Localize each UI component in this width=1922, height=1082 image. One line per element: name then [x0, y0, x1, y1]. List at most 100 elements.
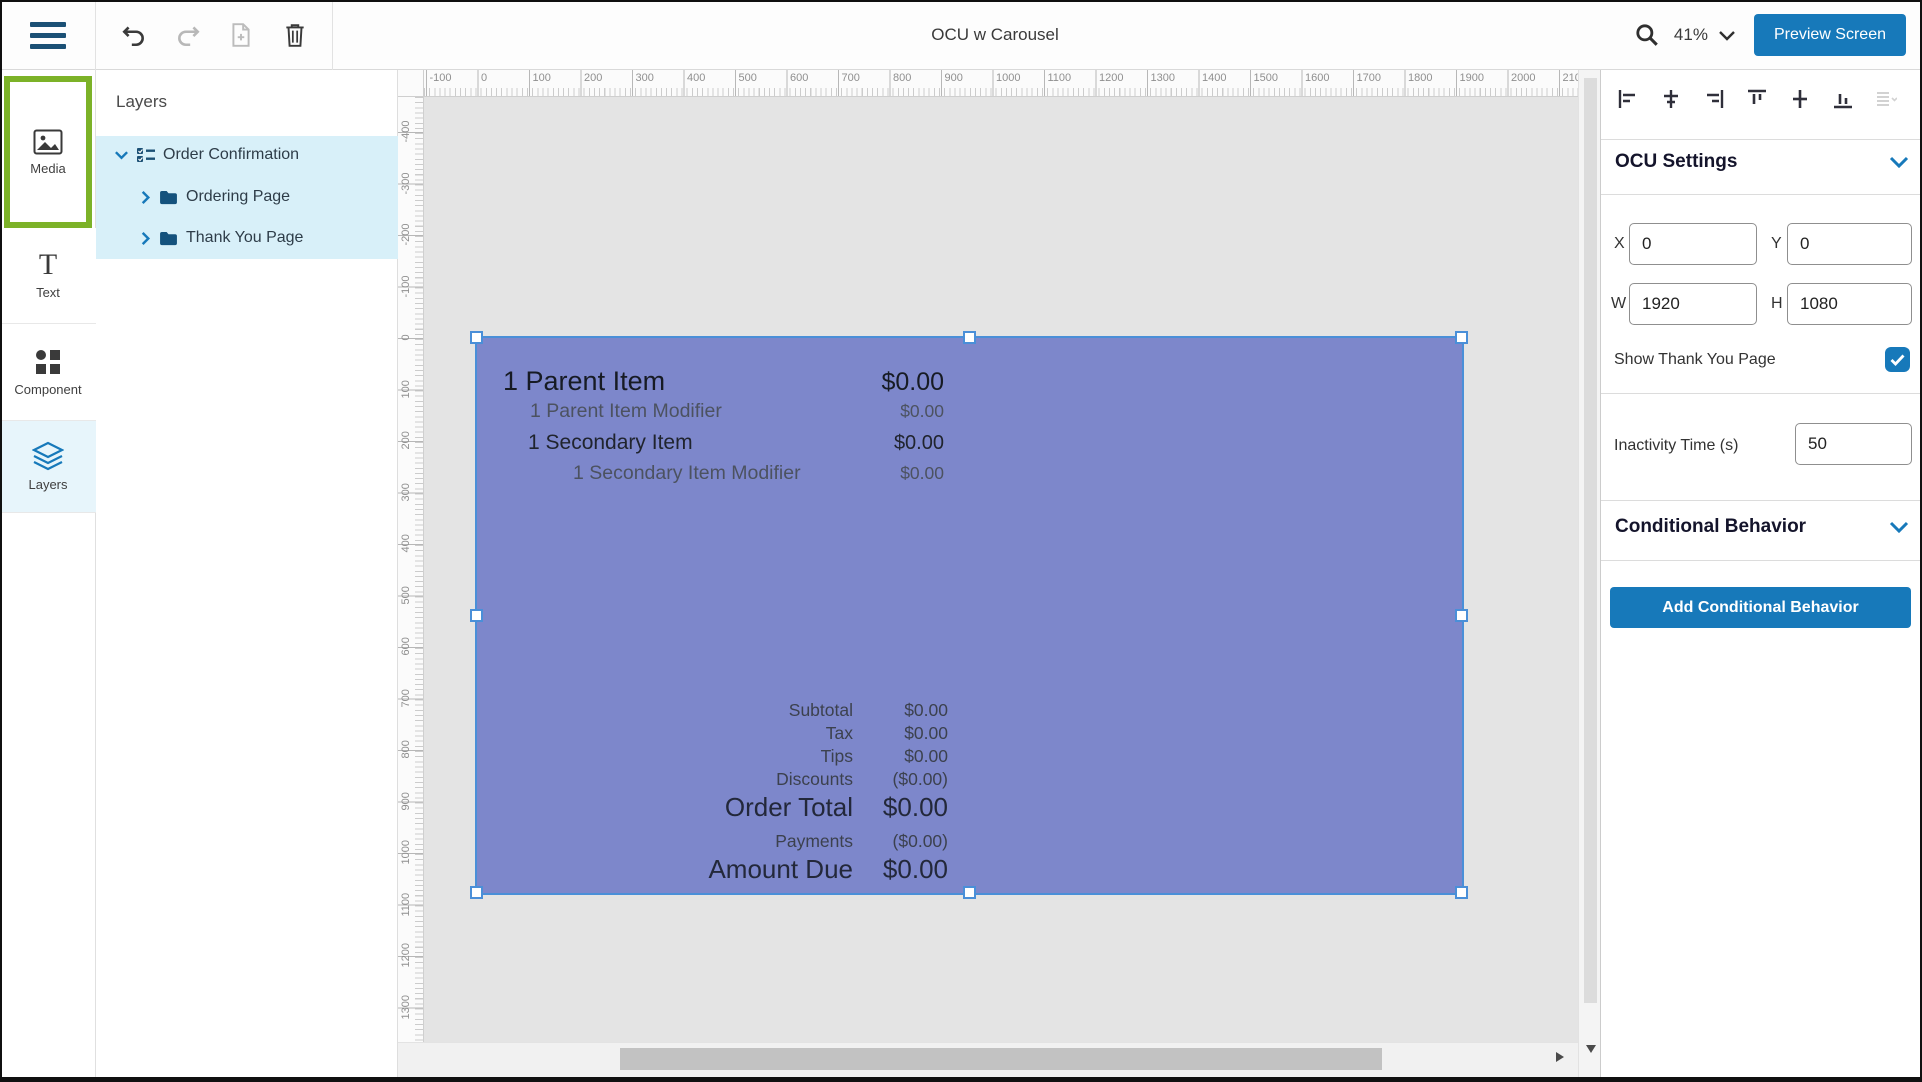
vertical-scrollbar[interactable]	[1578, 70, 1602, 1082]
ruler-label: 1200	[1095, 72, 1147, 84]
sidebar-item-media[interactable]: Media	[4, 76, 92, 228]
chevron-down-icon[interactable]	[114, 150, 129, 160]
align-bottom-button[interactable]	[1828, 84, 1858, 114]
ruler-label: -300	[400, 158, 412, 210]
chevron-down-icon[interactable]	[1889, 156, 1909, 168]
zoom-search-button[interactable]	[1630, 18, 1664, 52]
selection-handle-bottom-left[interactable]	[470, 886, 483, 899]
totals-value: ($0.00)	[853, 831, 948, 852]
ocu-artboard-selected[interactable]: 1 Parent Item $0.00 1 Parent Item Modifi…	[477, 338, 1462, 893]
ruler-label: 600	[400, 621, 412, 673]
totals-value: $0.00	[853, 746, 948, 767]
totals-row: Discounts ($0.00)	[503, 769, 948, 792]
selection-handle-top-center[interactable]	[963, 331, 976, 344]
zoom-level[interactable]: 41%	[1674, 25, 1708, 45]
totals-row-order-total: Order Total $0.00	[503, 792, 948, 823]
new-page-button[interactable]	[224, 18, 258, 52]
order-item-row: 1 Secondary Item Modifier $0.00	[503, 462, 944, 492]
sidebar-item-text[interactable]: T Text	[0, 228, 96, 324]
tree-item-label: Ordering Page	[186, 188, 290, 206]
search-icon	[1634, 22, 1660, 48]
horizontal-scrollbar-thumb[interactable]	[620, 1048, 1382, 1070]
y-input[interactable]	[1787, 223, 1912, 265]
chevron-right-icon[interactable]	[140, 231, 151, 246]
undo-icon	[121, 22, 147, 48]
delete-button[interactable]	[278, 18, 312, 52]
ruler-label: 1600	[1301, 72, 1353, 84]
add-conditional-behavior-button[interactable]: Add Conditional Behavior	[1610, 587, 1911, 628]
ruler-label: 200	[580, 72, 632, 84]
selection-handle-bottom-right[interactable]	[1455, 886, 1468, 899]
totals-value: ($0.00)	[853, 769, 948, 790]
chevron-down-icon[interactable]	[1889, 521, 1909, 533]
h-field-label: H	[1771, 295, 1783, 313]
sidebar-item-layers[interactable]: Layers	[0, 421, 96, 513]
totals-row-amount-due: Amount Due $0.00	[503, 854, 948, 887]
tree-item-thank-you-page[interactable]: Thank You Page	[140, 221, 303, 255]
order-item-row: 1 Secondary Item $0.00	[503, 431, 944, 462]
totals-value: $0.00	[853, 700, 948, 721]
inactivity-time-input[interactable]	[1795, 423, 1912, 465]
ruler-label: 1100	[400, 879, 412, 931]
folder-icon	[159, 190, 178, 205]
chevron-right-icon[interactable]	[140, 190, 151, 205]
conditional-behavior-header[interactable]: Conditional Behavior	[1615, 512, 1909, 542]
sidebar-item-component[interactable]: Component	[0, 324, 96, 421]
order-item-label: 1 Secondary Item	[528, 431, 693, 455]
x-input[interactable]	[1629, 223, 1757, 265]
preview-screen-button[interactable]: Preview Screen	[1754, 14, 1906, 56]
design-viewport[interactable]: 1 Parent Item $0.00 1 Parent Item Modifi…	[424, 97, 1578, 1042]
totals-row: Payments ($0.00)	[503, 831, 948, 854]
align-top-button[interactable]	[1742, 84, 1772, 114]
align-center-horizontal-button[interactable]	[1656, 84, 1686, 114]
toolbar: OCU w Carousel 41% Preview Screen	[0, 0, 1922, 70]
order-totals: Subtotal $0.00 Tax $0.00 Tips $0.00 Disc…	[503, 700, 948, 887]
selection-handle-middle-left[interactable]	[470, 609, 483, 622]
distribute-icon	[1875, 89, 1897, 109]
vertical-scrollbar-thumb[interactable]	[1584, 78, 1597, 1003]
ruler-label: 100	[529, 72, 581, 84]
align-bottom-icon	[1833, 89, 1853, 109]
sidebar-item-label: Text	[36, 285, 60, 300]
inactivity-time-label: Inactivity Time (s)	[1614, 437, 1738, 455]
show-thank-you-label: Show Thank You Page	[1614, 351, 1776, 369]
horizontal-scrollbar[interactable]	[398, 1042, 1578, 1082]
redo-button[interactable]	[171, 18, 205, 52]
align-right-icon	[1704, 89, 1724, 109]
order-receipt-items: 1 Parent Item $0.00 1 Parent Item Modifi…	[503, 366, 944, 492]
document-title: OCU w Carousel	[931, 0, 1059, 70]
selection-handle-top-right[interactable]	[1455, 331, 1468, 344]
selection-handle-middle-right[interactable]	[1455, 609, 1468, 622]
order-item-row: 1 Parent Item Modifier $0.00	[503, 400, 944, 431]
ruler-label: 0	[477, 72, 529, 84]
show-thank-you-checkbox-checked[interactable]	[1885, 347, 1910, 372]
left-sidebar: Media T Text Component Layers	[0, 70, 96, 1082]
order-item-price: $0.00	[894, 432, 944, 455]
selection-handle-bottom-center[interactable]	[963, 886, 976, 899]
vertical-ruler-labels: -400-300-200-100010020030040050060070080…	[400, 106, 412, 1042]
horizontal-ruler-labels: -100010020030040050060070080090010001100…	[426, 72, 1579, 84]
totals-value: $0.00	[853, 854, 948, 885]
totals-row: Tax $0.00	[503, 723, 948, 746]
undo-button[interactable]	[117, 18, 151, 52]
tree-item-order-confirmation[interactable]: Order Confirmation	[114, 138, 299, 172]
section-title: Conditional Behavior	[1615, 516, 1806, 538]
ruler-label: 1500	[1250, 72, 1302, 84]
zoom-chevron-down-icon[interactable]	[1718, 30, 1736, 41]
w-field-label: W	[1611, 295, 1626, 313]
scroll-down-arrow[interactable]	[1586, 1045, 1596, 1053]
hamburger-menu-button[interactable]	[0, 0, 96, 70]
ocu-settings-header[interactable]: OCU Settings	[1615, 147, 1909, 177]
align-left-button[interactable]	[1613, 84, 1643, 114]
h-input[interactable]	[1787, 283, 1912, 325]
align-right-button[interactable]	[1699, 84, 1729, 114]
selection-handle-top-left[interactable]	[470, 331, 483, 344]
w-input[interactable]	[1629, 283, 1757, 325]
align-middle-button[interactable]	[1785, 84, 1815, 114]
distribute-button-disabled[interactable]	[1871, 84, 1901, 114]
scroll-right-arrow[interactable]	[1556, 1052, 1564, 1062]
sidebar-item-label: Layers	[28, 477, 67, 492]
tree-item-ordering-page[interactable]: Ordering Page	[140, 180, 290, 214]
order-confirmation-icon	[137, 147, 155, 163]
new-page-icon	[229, 22, 253, 48]
